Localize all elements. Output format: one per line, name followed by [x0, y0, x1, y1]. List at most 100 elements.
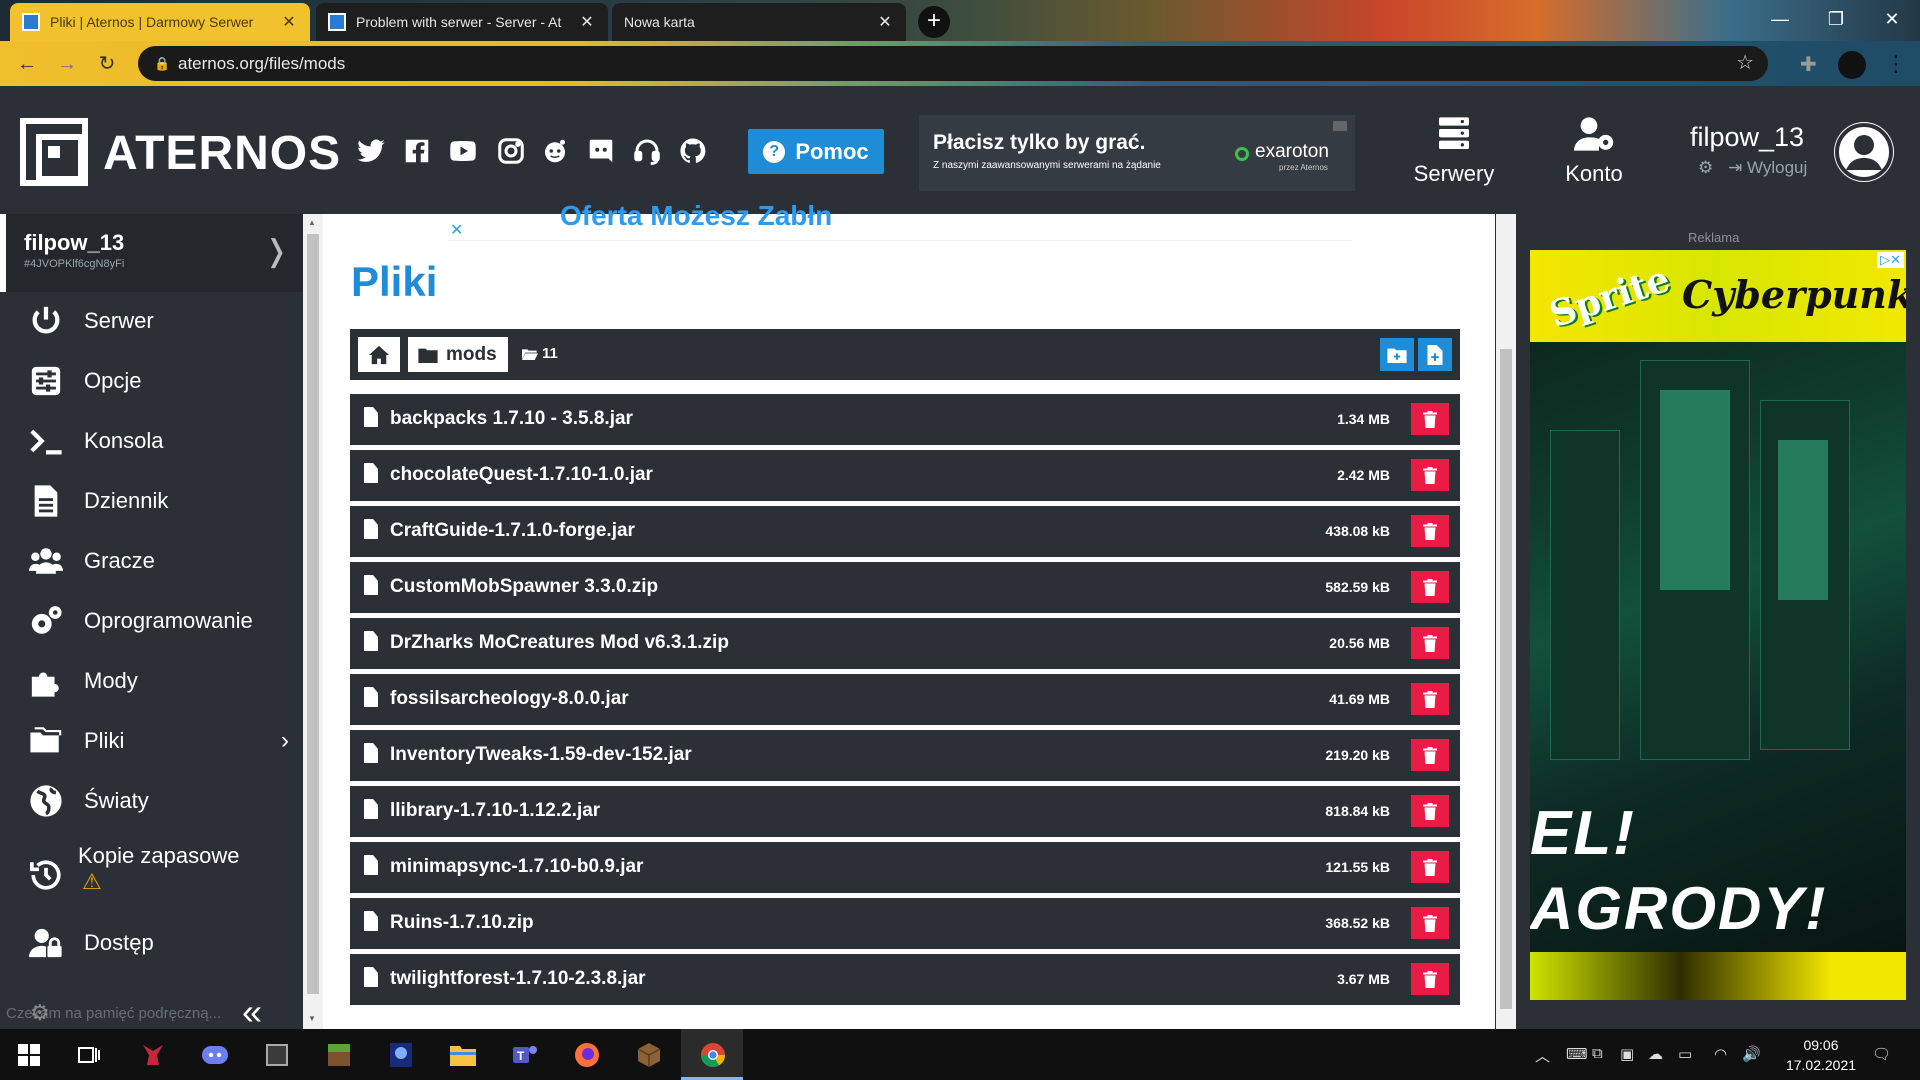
- nav-account[interactable]: Konto: [1539, 114, 1649, 194]
- support-headset-icon[interactable]: [630, 134, 664, 168]
- close-tab-icon[interactable]: ✕: [280, 12, 298, 32]
- delete-button[interactable]: [1411, 739, 1449, 771]
- file-row[interactable]: CraftGuide-1.7.1.0-forge.jar 438.08 kB: [350, 506, 1460, 557]
- file-row[interactable]: DrZharks MoCreatures Mod v6.3.1.zip 20.5…: [350, 618, 1460, 669]
- delete-button[interactable]: [1411, 571, 1449, 603]
- ad-choices-icon[interactable]: ▷✕: [1877, 252, 1904, 268]
- logout-link[interactable]: ⇥ Wyloguj: [1728, 158, 1807, 177]
- discord-taskbar-icon[interactable]: [198, 1038, 232, 1072]
- file-row[interactable]: InventoryTweaks-1.59-dev-152.jar 219.20 …: [350, 730, 1460, 781]
- teams-icon[interactable]: T: [508, 1038, 542, 1072]
- discord-icon[interactable]: [584, 134, 618, 168]
- close-tab-icon[interactable]: ✕: [578, 12, 596, 32]
- onedrive-icon[interactable]: ☁: [1648, 1045, 1663, 1063]
- file-row[interactable]: minimapsync-1.7.10-b0.9.jar 121.55 kB: [350, 842, 1460, 893]
- site-logo-text[interactable]: ATERNOS: [103, 126, 341, 181]
- scrollbar-thumb[interactable]: [1500, 349, 1512, 1009]
- minecraft-block-icon[interactable]: [632, 1038, 666, 1072]
- minimize-window-button[interactable]: —: [1752, 0, 1808, 40]
- forward-icon[interactable]: →: [52, 49, 82, 79]
- restore-window-button[interactable]: ❐: [1808, 0, 1864, 40]
- battery-icon[interactable]: ▭: [1678, 1045, 1692, 1063]
- file-row[interactable]: fossilsarcheology-8.0.0.jar 41.69 MB: [350, 674, 1460, 725]
- scroll-up-icon[interactable]: ▲: [308, 218, 316, 227]
- sidebar-item-access[interactable]: Dostęp: [0, 913, 303, 973]
- delete-button[interactable]: [1411, 907, 1449, 939]
- file-row[interactable]: CustomMobSpawner 3.3.0.zip 582.59 kB: [350, 562, 1460, 613]
- page-scrollbar[interactable]: [1496, 214, 1516, 1029]
- sidebar-item-software[interactable]: Oprogramowanie: [0, 591, 303, 651]
- nav-servers[interactable]: Serwery: [1399, 114, 1509, 194]
- tray-app-icon[interactable]: ▣: [1620, 1045, 1634, 1063]
- settings-gear-icon[interactable]: ⚙: [1698, 158, 1713, 177]
- file-row[interactable]: chocolateQuest-1.7.10-1.0.jar 2.42 MB: [350, 450, 1460, 501]
- cyberpunk-sprite-ad[interactable]: Sprite Cyberpunk EL! AGRODY! ▷✕: [1530, 250, 1906, 1000]
- tray-chevron-up-icon[interactable]: ︿: [1535, 1045, 1550, 1066]
- sidebar-item-players[interactable]: Gracze: [0, 531, 303, 591]
- delete-button[interactable]: [1411, 795, 1449, 827]
- browser-menu-icon[interactable]: ⋮: [1885, 49, 1907, 79]
- delete-button[interactable]: [1411, 627, 1449, 659]
- sidebar-scrollbar[interactable]: ▲ ▼: [303, 214, 323, 1029]
- clock[interactable]: 09:06 17.02.2021: [1776, 1035, 1866, 1075]
- help-button[interactable]: ? Pomoc: [748, 129, 884, 174]
- close-window-button[interactable]: ✕: [1864, 0, 1920, 40]
- sidebar-item-mods[interactable]: Mody: [0, 651, 303, 711]
- extensions-puzzle-icon[interactable]: ✚: [1800, 52, 1817, 77]
- sidebar-item-options[interactable]: Opcje: [0, 351, 303, 411]
- sidebar-item-log[interactable]: Dziennik: [0, 471, 303, 531]
- wifi-icon[interactable]: ◠: [1714, 1045, 1727, 1063]
- browser-tab-new[interactable]: Nowa karta ✕: [612, 3, 906, 41]
- delete-button[interactable]: [1411, 963, 1449, 995]
- avatar[interactable]: [1834, 122, 1894, 182]
- predator-app-icon[interactable]: [136, 1038, 170, 1072]
- reddit-icon[interactable]: [538, 134, 572, 168]
- sidebar-item-console[interactable]: Konsola: [0, 411, 303, 471]
- new-file-button[interactable]: [1418, 338, 1452, 371]
- scrollbar-thumb[interactable]: [307, 234, 319, 994]
- sidebar-item-worlds[interactable]: Światy: [0, 771, 303, 831]
- header-ad-banner[interactable]: Płacisz tylko by grać. Z naszymi zaawans…: [919, 115, 1355, 191]
- delete-button[interactable]: [1411, 403, 1449, 435]
- firefox-icon[interactable]: [570, 1038, 604, 1072]
- volume-icon[interactable]: 🔊: [1742, 1045, 1761, 1063]
- delete-button[interactable]: [1411, 459, 1449, 491]
- file-row[interactable]: twilightforest-1.7.10-2.3.8.jar 3.67 MB: [350, 954, 1460, 1005]
- new-tab-button[interactable]: +: [918, 6, 950, 38]
- chrome-icon[interactable]: [696, 1038, 730, 1072]
- ime-icon[interactable]: ⌨: [1566, 1045, 1588, 1063]
- back-icon[interactable]: ←: [12, 49, 42, 79]
- bookmark-star-icon[interactable]: ☆: [1736, 46, 1754, 81]
- browser-tab-aternos[interactable]: Pliki | Aternos | Darmowy Serwer ✕: [10, 3, 310, 41]
- instagram-icon[interactable]: [494, 134, 528, 168]
- notifications-icon[interactable]: 🗨: [1872, 1045, 1891, 1063]
- file-explorer-icon[interactable]: [446, 1038, 480, 1072]
- delete-button[interactable]: [1411, 515, 1449, 547]
- delete-button[interactable]: [1411, 683, 1449, 715]
- close-tab-icon[interactable]: ✕: [876, 12, 894, 32]
- address-bar[interactable]: 🔒 aternos.org/files/mods ☆: [138, 46, 1768, 81]
- file-row[interactable]: Ruins-1.7.10.zip 368.52 kB: [350, 898, 1460, 949]
- scroll-down-icon[interactable]: ▼: [308, 1014, 316, 1023]
- minecraft-launcher-icon[interactable]: [260, 1038, 294, 1072]
- meet-icon[interactable]: ⧉: [1592, 1045, 1603, 1062]
- task-view-icon[interactable]: [72, 1038, 106, 1072]
- sidebar-item-server[interactable]: Serwer: [0, 291, 303, 351]
- twitter-icon[interactable]: [354, 134, 388, 168]
- sidebar-item-files[interactable]: Pliki ›: [0, 711, 303, 771]
- aternos-logo-icon[interactable]: [20, 118, 88, 186]
- breadcrumb-home-button[interactable]: [358, 337, 400, 372]
- server-selector[interactable]: filpow_13 #4JVOPKlf6cgN8yFi ❭: [0, 214, 303, 292]
- new-folder-button[interactable]: [1380, 338, 1414, 371]
- minecraft-grass-icon[interactable]: [322, 1038, 356, 1072]
- collapse-sidebar-icon[interactable]: «: [242, 994, 262, 1030]
- sidebar-item-backups[interactable]: Kopie zapasowe ⚠: [0, 831, 303, 911]
- file-row[interactable]: backpacks 1.7.10 - 3.5.8.jar 1.34 MB: [350, 394, 1460, 445]
- ad-close-icon[interactable]: ✕: [450, 220, 463, 240]
- github-icon[interactable]: [676, 134, 710, 168]
- ad-info-icon[interactable]: [1333, 121, 1347, 131]
- delete-button[interactable]: [1411, 851, 1449, 883]
- top-ad-strip[interactable]: ✕ Oferta Możesz Zabłn: [448, 200, 1352, 241]
- windows-start-icon[interactable]: [12, 1038, 46, 1072]
- reload-icon[interactable]: ↻: [92, 49, 122, 79]
